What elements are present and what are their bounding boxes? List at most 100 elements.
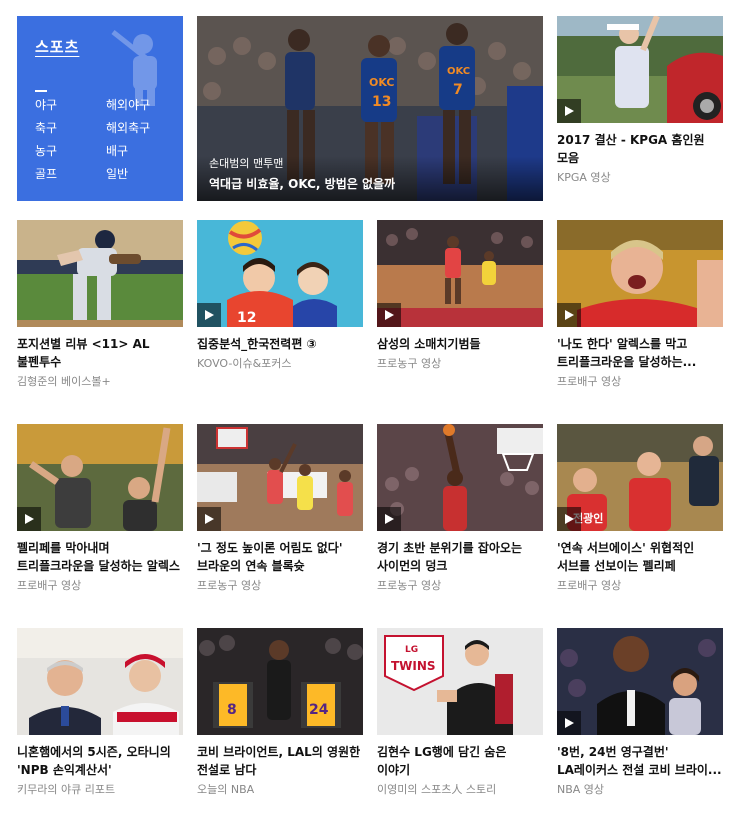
okc-players-image: OKC 13 OKC 7 <box>197 16 543 201</box>
card-title[interactable]: '8번, 24번 영구결번' LA레이커스 전설 코비 브라이... <box>557 743 723 779</box>
kobe-jerseys-image: 8 24 <box>197 628 363 735</box>
card-title[interactable]: 김현수 LG행에 담긴 숨은 이야기 <box>377 743 543 779</box>
play-icon <box>565 106 574 116</box>
card-thumbnail[interactable] <box>557 220 723 327</box>
card-title[interactable]: 삼성의 소매치기범들 <box>377 335 543 353</box>
article-card[interactable]: LG TWINS 김현수 LG행에 담긴 숨은 이야기 이영미의 스포츠人 스토… <box>377 628 543 797</box>
divider <box>35 90 47 92</box>
volleyball-players-image: 12 <box>197 220 363 327</box>
play-icon <box>25 514 34 524</box>
golfer-image <box>557 16 723 123</box>
menu-link-overseas-baseball[interactable]: 해외야구 <box>106 96 150 113</box>
card-source: 프로배구 영상 <box>557 579 622 592</box>
card-source: 프로농구 영상 <box>377 357 442 370</box>
play-icon <box>565 514 574 524</box>
kobe-with-child-image <box>557 628 723 735</box>
card-thumbnail[interactable] <box>377 424 543 531</box>
menu-link-baseball[interactable]: 야구 <box>35 96 57 113</box>
article-card[interactable]: 펠리페를 막아내며 트리플크라운을 달성하는 알렉스 프로배구 영상 <box>17 424 183 593</box>
card-source: 프로배구 영상 <box>557 375 622 388</box>
play-button[interactable] <box>557 711 581 735</box>
card-thumbnail[interactable] <box>197 424 363 531</box>
menu-link-volleyball[interactable]: 배구 <box>106 142 128 159</box>
jersey-text-okc-2: OKC <box>447 66 470 77</box>
card-thumbnail[interactable]: 12 <box>197 220 363 327</box>
card-source: 오늘의 NBA <box>197 783 255 796</box>
card-thumbnail[interactable] <box>557 628 723 735</box>
card-source: 프로농구 영상 <box>377 579 442 592</box>
sports-menu: 스포츠 야구 해외야구 축구 해외축구 농구 배구 골프 일반 <box>17 16 183 201</box>
card-thumbnail[interactable] <box>17 424 183 531</box>
lg-twins-image: LG TWINS <box>377 628 543 735</box>
volleyball-celebration-image <box>17 424 183 531</box>
play-icon <box>385 310 394 320</box>
card-thumbnail[interactable] <box>377 220 543 327</box>
jersey-text-okc: OKC <box>369 76 394 89</box>
play-button[interactable] <box>377 507 401 531</box>
featured-caption-title[interactable]: 역대급 비효율, OKC, 방법은 없을까 <box>209 175 395 192</box>
menu-link-golf[interactable]: 골프 <box>35 165 57 182</box>
article-card[interactable]: 8 24 코비 브라이언트, LAL의 영원한 전설로 남다 오늘의 NBA <box>197 628 363 797</box>
lg-logo-text: LG <box>405 645 418 655</box>
card-title[interactable]: 펠리페를 막아내며 트리플크라운을 달성하는 알렉스 <box>17 539 183 575</box>
play-button[interactable] <box>197 303 221 327</box>
card-title[interactable]: 포지션별 리뷰 <11> AL 불펜투수 <box>17 335 183 371</box>
play-button[interactable] <box>557 303 581 327</box>
card-source: 프로농구 영상 <box>197 579 262 592</box>
article-card[interactable]: '나도 한다' 알렉스를 막고 트리플크라운을 달성하는... 프로배구 영상 <box>557 220 723 389</box>
card-source: 키무라의 야큐 리포트 <box>17 783 116 796</box>
card-thumbnail[interactable]: 8 24 <box>197 628 363 735</box>
jersey-number-8: 8 <box>227 702 237 718</box>
card-thumbnail[interactable]: LG TWINS <box>377 628 543 735</box>
card-thumbnail[interactable]: 전광인 <box>557 424 723 531</box>
article-card[interactable]: 전광인 '연속 서브에이스' 위협적인 서브를 선보이는 펠리페 프로배구 영상 <box>557 424 723 593</box>
article-card[interactable]: 12 집중분석_한국전력편 ③ KOVO-이슈&포커스 <box>197 220 363 371</box>
card-title[interactable]: 경기 초반 분위기를 잡아오는 사이먼의 덩크 <box>377 539 543 575</box>
card-title[interactable]: '그 정도 높이론 어림도 없다' 브라운의 연속 블록슛 <box>197 539 363 575</box>
card-source: 김형준의 베이스볼+ <box>17 375 111 388</box>
volleyball-serve-image: 전광인 <box>557 424 723 531</box>
article-card[interactable]: '8번, 24번 영구결번' LA레이커스 전설 코비 브라이... NBA 영… <box>557 628 723 797</box>
card-title[interactable]: 니혼햄에서의 5시즌, 오타니의 'NPB 손익계산서' <box>17 743 183 779</box>
play-button[interactable] <box>197 507 221 531</box>
card-source: KPGA 영상 <box>557 171 611 184</box>
menu-link-soccer[interactable]: 축구 <box>35 119 57 136</box>
card-title[interactable]: '나도 한다' 알렉스를 막고 트리플크라운을 달성하는... <box>557 335 723 371</box>
card-thumbnail[interactable] <box>557 16 723 123</box>
pitcher-image <box>17 220 183 327</box>
play-icon <box>205 514 214 524</box>
card-thumbnail[interactable] <box>17 220 183 327</box>
card-source: 프로배구 영상 <box>17 579 82 592</box>
play-button[interactable] <box>377 303 401 327</box>
card-source: 이영미의 스포츠人 스토리 <box>377 783 497 796</box>
article-card[interactable]: 2017 결산 - KPGA 홈인원 모음 KPGA 영상 <box>557 16 723 185</box>
card-title[interactable]: '연속 서브에이스' 위협적인 서브를 선보이는 펠리페 <box>557 539 723 575</box>
card-thumbnail[interactable] <box>17 628 183 735</box>
menu-link-general[interactable]: 일반 <box>106 165 128 182</box>
twins-logo-text: TWINS <box>391 659 436 673</box>
article-card[interactable]: 삼성의 소매치기범들 프로농구 영상 <box>377 220 543 371</box>
play-button[interactable] <box>17 507 41 531</box>
card-title[interactable]: 2017 결산 - KPGA 홈인원 모음 <box>557 131 723 167</box>
featured-article-card[interactable]: OKC 13 OKC 7 손대범의 맨투맨 역대급 비효율, OKC, 방법은 … <box>197 16 543 201</box>
play-icon <box>385 514 394 524</box>
basketball-dunk-image <box>377 424 543 531</box>
article-card[interactable]: 경기 초반 분위기를 잡아오는 사이먼의 덩크 프로농구 영상 <box>377 424 543 593</box>
featured-thumbnail[interactable]: OKC 13 OKC 7 손대범의 맨투맨 역대급 비효율, OKC, 방법은 … <box>197 16 543 201</box>
article-card[interactable]: 니혼햄에서의 5시즌, 오타니의 'NPB 손익계산서' 키무라의 야큐 리포트 <box>17 628 183 797</box>
play-button[interactable] <box>557 507 581 531</box>
menu-link-overseas-soccer[interactable]: 해외축구 <box>106 119 150 136</box>
sports-menu-title[interactable]: 스포츠 <box>35 36 79 57</box>
menu-link-basketball[interactable]: 농구 <box>35 142 57 159</box>
card-source: NBA 영상 <box>557 783 605 796</box>
play-icon <box>565 310 574 320</box>
play-button[interactable] <box>557 99 581 123</box>
jersey-number-12: 12 <box>237 310 256 326</box>
volleyball-player-shout-image <box>557 220 723 327</box>
card-title[interactable]: 집중분석_한국전력편 ③ <box>197 335 363 353</box>
article-card[interactable]: '그 정도 높이론 어림도 없다' 브라운의 연속 블록슛 프로농구 영상 <box>197 424 363 593</box>
jersey-number-13: 13 <box>372 94 391 110</box>
basketball-court-image <box>377 220 543 327</box>
card-title[interactable]: 코비 브라이언트, LAL의 영원한 전설로 남다 <box>197 743 363 779</box>
article-card[interactable]: 포지션별 리뷰 <11> AL 불펜투수 김형준의 베이스볼+ <box>17 220 183 389</box>
